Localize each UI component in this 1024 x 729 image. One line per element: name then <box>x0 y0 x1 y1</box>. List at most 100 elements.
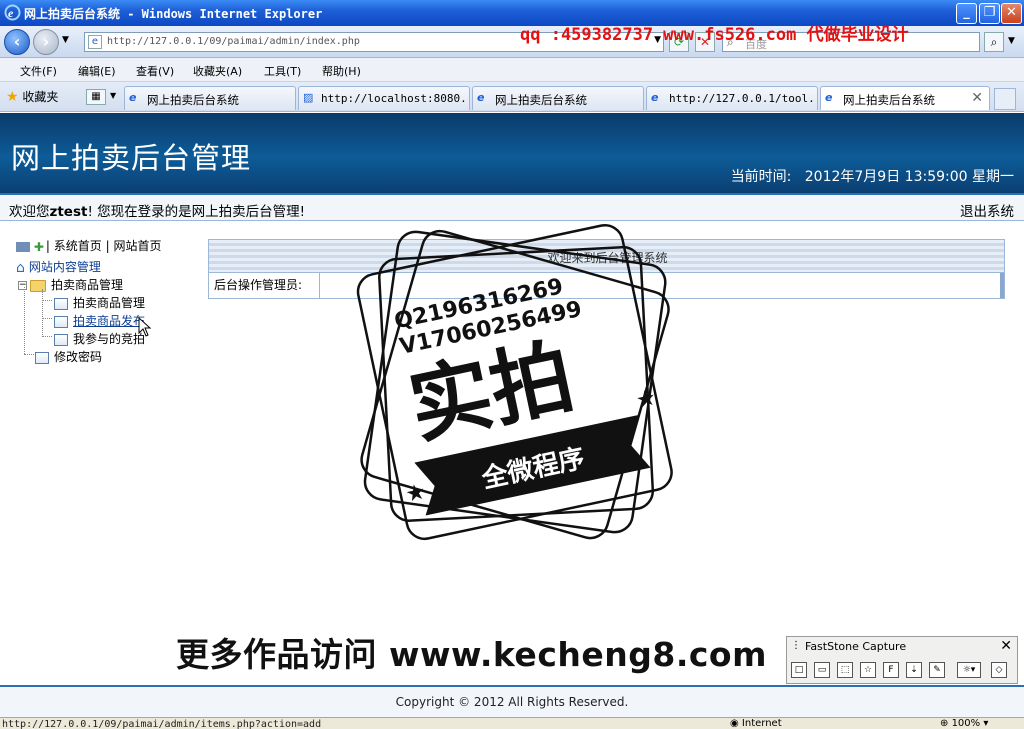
sidebar-top-links: ✚ | 系统首页 | 网站首页 <box>16 237 161 254</box>
sidebar-group-label: 拍卖商品管理 <box>51 278 124 292</box>
menu-edit[interactable]: 编辑(E) <box>78 63 116 79</box>
page-icon <box>54 297 68 310</box>
tab-1[interactable]: e 网上拍卖后台系统 <box>124 86 296 110</box>
sidebar-group-auction[interactable]: − 拍卖商品管理 <box>18 276 123 293</box>
forward-button[interactable]: › <box>33 29 59 55</box>
home-icon: ⌂ <box>16 259 25 276</box>
security-zone: ◉ Internet <box>730 718 782 729</box>
admin-label: 后台操作管理员: <box>209 273 320 298</box>
menu-bar: 文件(F) 编辑(E) 查看(V) 收藏夹(A) 工具(T) 帮助(H) <box>0 58 1024 82</box>
sidebar-link-site-home[interactable]: 网站首页 <box>113 239 161 253</box>
copyright: Copyright © 2012 All Rights Reserved. <box>395 695 629 709</box>
page-icon <box>35 351 49 364</box>
search-button[interactable]: ⌕ <box>984 32 1004 52</box>
sidebar-item-publish-item[interactable]: 拍卖商品发布 <box>54 312 145 329</box>
settings-icon[interactable]: ◇ <box>991 662 1007 678</box>
menu-file[interactable]: 文件(F) <box>20 63 57 79</box>
capture-rectangle-icon[interactable]: ⬚ <box>837 662 853 678</box>
stamp-watermark: Q2196316269 V17060256499 实拍 全微程序 ★ ★ <box>356 224 673 541</box>
tab-3[interactable]: e 网上拍卖后台系统 <box>472 86 644 110</box>
search-options-icon[interactable]: ▼ <box>1008 36 1015 46</box>
capture-freehand-icon[interactable]: ☆ <box>860 662 876 678</box>
tree-connector <box>42 289 43 337</box>
page-icon <box>54 315 68 328</box>
logout-link[interactable]: 退出系统 <box>960 200 1014 220</box>
capture-object-icon[interactable]: ▭ <box>814 662 830 678</box>
ie-logo-icon: e <box>4 4 21 21</box>
palette-icon[interactable]: ☼▾ <box>957 662 981 678</box>
image-page-icon: ▨ <box>303 91 314 104</box>
svg-text:e: e <box>8 6 14 20</box>
quick-tabs-icon[interactable]: ▦ <box>86 89 106 105</box>
panel-scroll-edge <box>1000 273 1004 298</box>
menu-tools[interactable]: 工具(T) <box>264 63 301 79</box>
sidebar-root[interactable]: ⌂ 网站内容管理 <box>16 258 101 276</box>
faststone-capture-window[interactable]: ⋮ FastStone Capture ✕ □ ▭ ⬚ ☆ F ⇣ ✎ ☼▾ ◇ <box>786 636 1018 684</box>
time-value: 2012年7月9日 13:59:00 星期一 <box>804 169 1014 185</box>
sidebar-item-manage-items[interactable]: 拍卖商品管理 <box>54 294 145 311</box>
tab-list-dropdown-icon[interactable]: ▼ <box>110 91 116 100</box>
window-title: 网上拍卖后台系统 - Windows Internet Explorer <box>24 7 323 21</box>
sidebar-item-label[interactable]: 修改密码 <box>54 350 102 364</box>
page-icon: e <box>88 35 102 49</box>
ie-page-icon: e <box>825 91 833 104</box>
favorites-button[interactable]: ★ 收藏夹 <box>6 88 58 105</box>
menu-view[interactable]: 查看(V) <box>136 63 174 79</box>
zoom-control[interactable]: ⊕ 100% ▾ <box>940 718 988 729</box>
mouse-cursor-icon <box>138 317 152 337</box>
sidebar-link-system-home[interactable]: 系统首页 <box>54 239 102 253</box>
system-icon <box>16 241 30 252</box>
faststone-close-button[interactable]: ✕ <box>1000 638 1012 654</box>
status-bar: http://127.0.0.1/09/paimai/admin/items.p… <box>0 717 1024 729</box>
tree-connector <box>42 336 52 337</box>
faststone-title: FastStone Capture <box>805 640 907 653</box>
security-zone-label: Internet <box>741 718 782 729</box>
close-tab-icon[interactable]: ✕ <box>971 90 983 106</box>
sidebar-item-change-password[interactable]: 修改密码 <box>35 348 102 365</box>
maximize-button[interactable]: ❐ <box>979 3 1000 24</box>
capture-window-icon[interactable]: □ <box>791 662 807 678</box>
time-label: 当前时间: <box>730 169 792 185</box>
add-icon: ✚ <box>33 239 44 254</box>
overlay-bottom-text: 更多作品访问 www.kecheng8.com <box>176 635 767 674</box>
ie-page-icon: e <box>651 91 659 104</box>
menu-help[interactable]: 帮助(H) <box>322 63 361 79</box>
favorites-label: 收藏夹 <box>22 90 59 104</box>
capture-scrolling-icon[interactable]: ⇣ <box>906 662 922 678</box>
history-dropdown-icon[interactable]: ▼ <box>62 35 69 45</box>
collapse-icon[interactable]: − <box>18 281 27 290</box>
color-picker-icon[interactable]: ✎ <box>929 662 945 678</box>
welcome-prefix: 欢迎您 <box>9 204 50 220</box>
new-tab-button[interactable] <box>994 88 1016 110</box>
back-button[interactable]: ‹ <box>4 29 30 55</box>
tab-label: 网上拍卖后台系统 <box>147 93 239 107</box>
tab-4[interactable]: e http://127.0.0.1/tool... <box>646 86 818 110</box>
sidebar-item-my-bids[interactable]: 我参与的竞拍 <box>54 330 145 347</box>
sidebar-item-label[interactable]: 我参与的竞拍 <box>73 332 145 346</box>
status-url: http://127.0.0.1/09/paimai/admin/items.p… <box>2 719 322 729</box>
zoom-level: 100% <box>951 718 981 729</box>
sidebar-item-label[interactable]: 拍卖商品管理 <box>73 296 145 310</box>
current-time: 当前时间: 2012年7月9日 13:59:00 星期一 <box>731 166 1014 186</box>
tree-connector <box>42 318 52 319</box>
tab-bar: ★ 收藏夹 ▦ ▼ e 网上拍卖后台系统 ▨ http://localhost:… <box>0 82 1024 112</box>
sidebar: ✚ | 系统首页 | 网站首页 ⌂ 网站内容管理 − 拍卖商品管理 拍卖商品管理 拍卖… <box>0 223 195 683</box>
ie-page-icon: e <box>477 91 485 104</box>
tab-5-active[interactable]: e 网上拍卖后台系统 ✕ <box>820 86 990 110</box>
site-banner: 网上拍卖后台管理 当前时间: 2012年7月9日 13:59:00 星期一 <box>0 113 1024 193</box>
tab-2[interactable]: ▨ http://localhost:8080... <box>298 86 470 110</box>
sidebar-item-label[interactable]: 拍卖商品发布 <box>73 314 145 328</box>
overlay-ad-text: qq :459382737 www.fs526.com 代做毕业设计 <box>520 25 909 45</box>
menu-favorites[interactable]: 收藏夹(A) <box>193 63 242 79</box>
close-window-button[interactable]: ✕ <box>1001 3 1022 24</box>
welcome-suffix: ! 您现在登录的是网上拍卖后台管理! <box>87 204 306 220</box>
site-title: 网上拍卖后台管理 <box>11 141 252 175</box>
ie-page-icon: e <box>129 91 137 104</box>
capture-fullscreen-icon[interactable]: F <box>883 662 899 678</box>
welcome-message: 欢迎您ztest! 您现在登录的是网上拍卖后台管理! <box>9 200 305 220</box>
sidebar-root-label[interactable]: 网站内容管理 <box>29 260 101 274</box>
tree-connector <box>24 287 25 354</box>
grip-icon[interactable]: ⋮ <box>791 640 801 651</box>
minimize-button[interactable]: _ <box>956 3 977 24</box>
tab-label: http://127.0.0.1/tool... <box>669 92 818 105</box>
